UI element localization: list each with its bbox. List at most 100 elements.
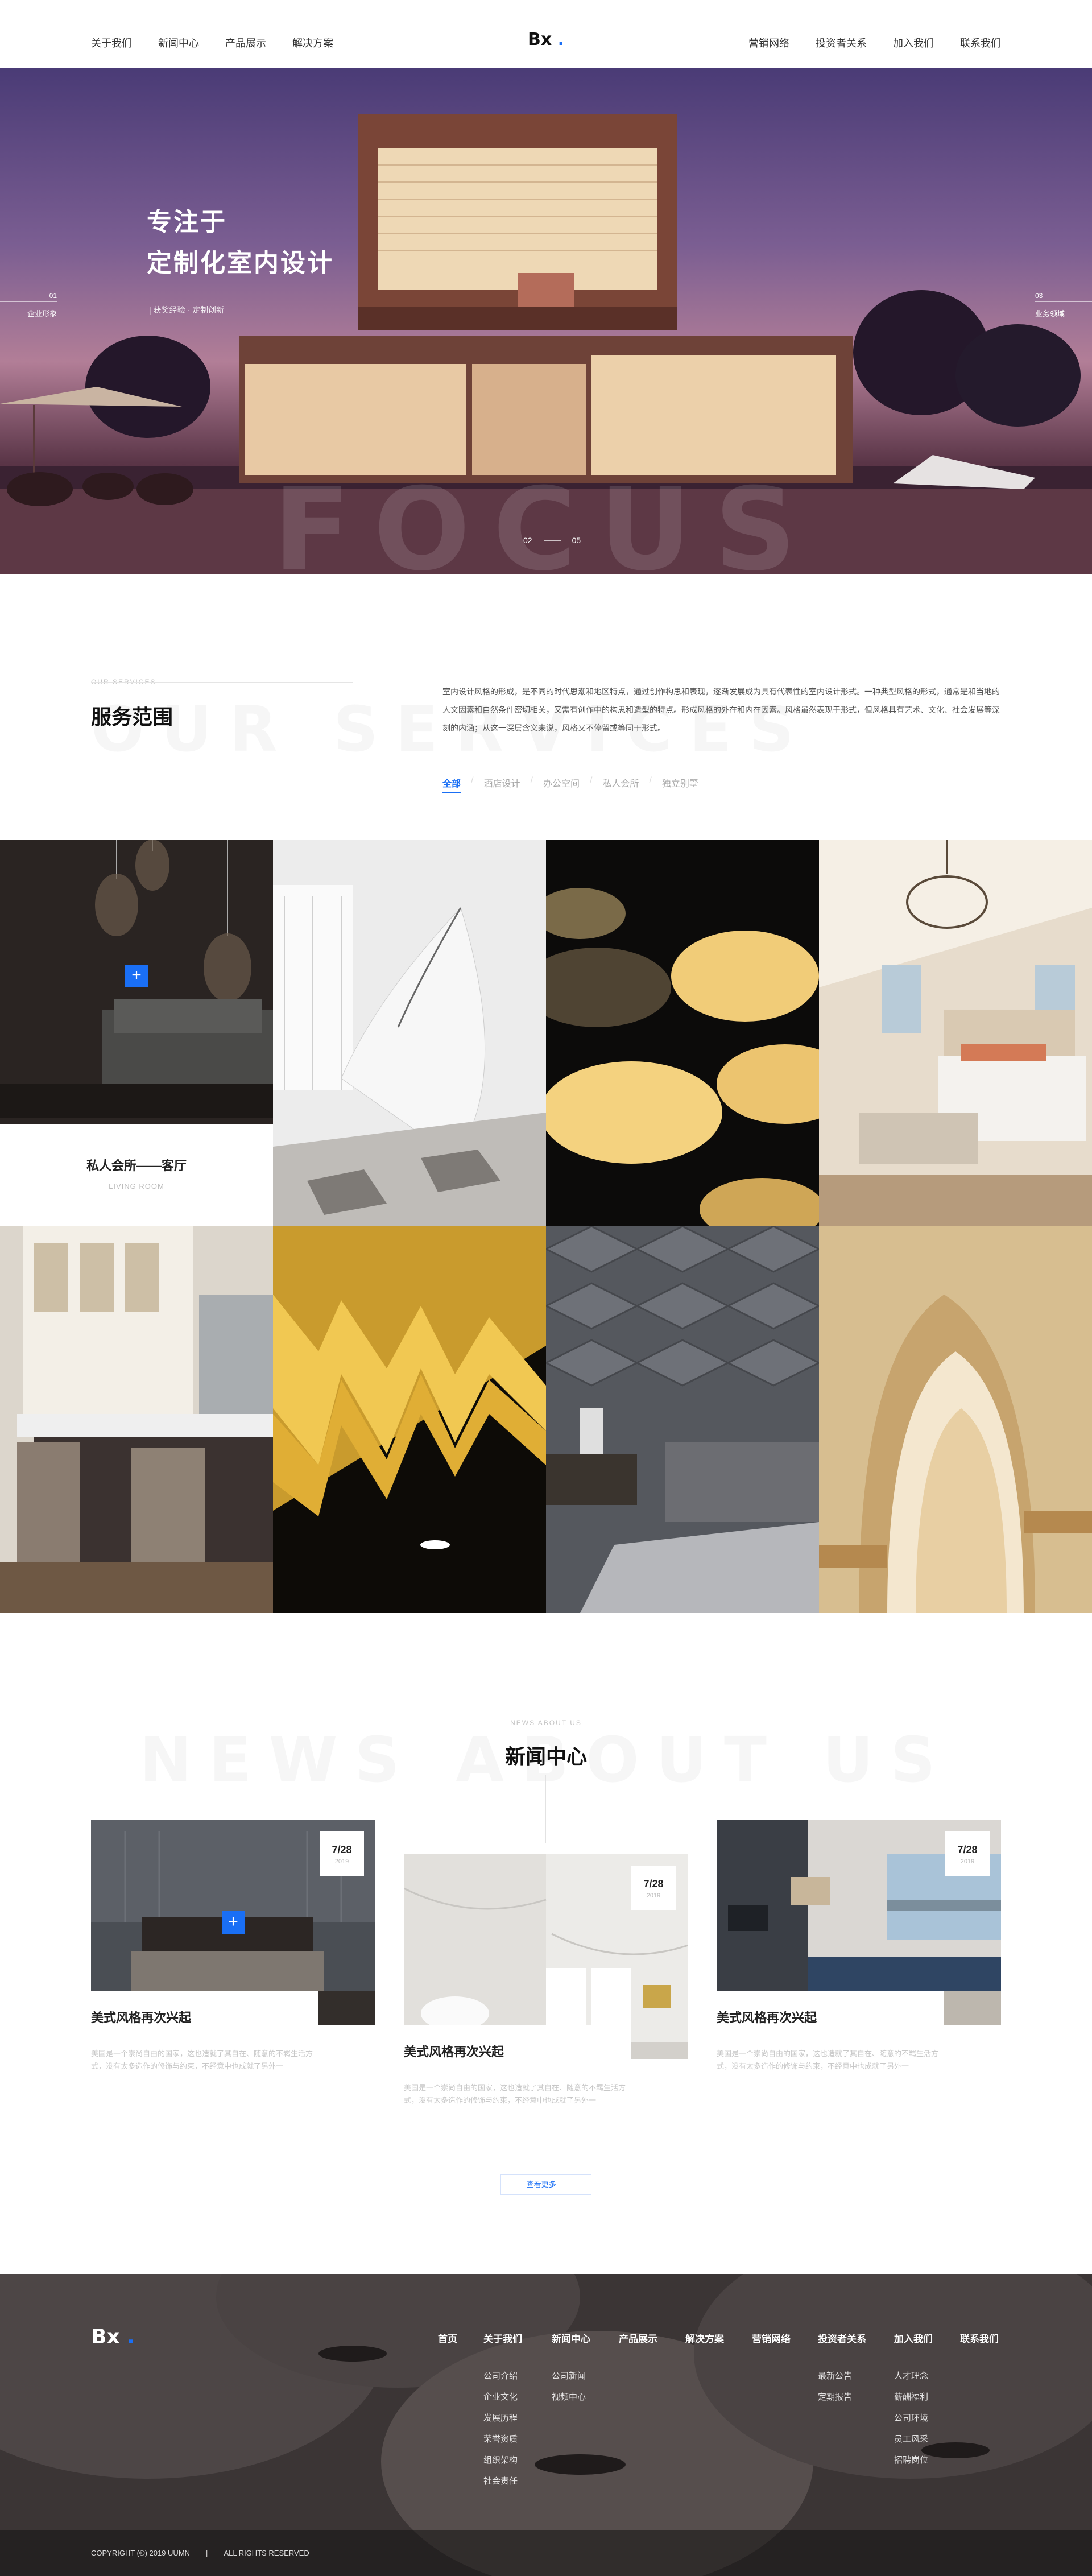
copyright-divider: | (206, 2549, 208, 2557)
footer-link[interactable]: 最新公告 (818, 2366, 866, 2387)
hero-banner: FOCUS 专注于 定制化室内设计 | 获奖经验 · 定制创新 01 企业形象 … (0, 68, 1092, 574)
pager-divider (543, 540, 561, 541)
hero-title: 专注于 定制化室内设计 (147, 202, 334, 284)
footer-link[interactable]: 定期报告 (818, 2387, 866, 2408)
bedroom-image (819, 840, 1092, 1226)
nav-item-investors[interactable]: 投资者关系 (816, 35, 867, 50)
hero-pager[interactable]: 02 05 (523, 536, 581, 545)
services-description: 室内设计风格的形成，是不同的时代思潮和地区特点，通过创作构思和表现，逐渐发展成为… (442, 687, 1000, 733)
hero-prev-label: 企业形象 (27, 309, 57, 318)
hero-next-link[interactable]: 03 业务领域 (1035, 292, 1092, 319)
footer-link[interactable]: 视频中心 (552, 2387, 590, 2408)
filter-tab-hotel[interactable]: 酒店设计 (483, 776, 520, 793)
portfolio-item-bedroom[interactable] (819, 840, 1092, 1226)
footer-link[interactable]: 薪酬福利 (894, 2387, 933, 2408)
footer-link[interactable]: 人才理念 (894, 2366, 933, 2387)
portfolio-item-kitchen[interactable] (0, 1226, 273, 1613)
hero-prev-number: 01 (49, 292, 57, 300)
news-date: 7/28 (643, 1878, 664, 1889)
footer-col-news: 新闻中心 公司新闻 视频中心 (552, 2331, 590, 2408)
footer-logo-text: Bx (91, 2325, 120, 2348)
nav-item-marketing[interactable]: 营销网络 (748, 35, 789, 50)
footer-link[interactable]: 发展历程 (483, 2408, 522, 2429)
footer-col-investors: 投资者关系 最新公告 定期报告 (818, 2331, 866, 2408)
staircase-image (273, 840, 546, 1226)
portfolio-item-lamps[interactable] (546, 840, 819, 1226)
portfolio-item-folded-lamp[interactable] (273, 1226, 546, 1613)
news-year: 2019 (960, 1858, 975, 1865)
news-card[interactable]: 7/28 2019 美式风格再次兴起 美国是一个崇尚自由的国家，这也造就了其自在… (717, 1820, 1001, 2082)
portfolio-item-lounge[interactable] (546, 1226, 819, 1613)
plus-icon[interactable]: + (125, 965, 148, 987)
footer-col-contact: 联系我们 (960, 2331, 999, 2366)
hero-title-line1: 专注于 (147, 208, 227, 236)
footer-col-heading[interactable]: 首页 (438, 2331, 457, 2345)
news-title: 新闻中心 (504, 1745, 587, 1768)
filter-tab-club[interactable]: 私人会所 (602, 776, 639, 793)
hero-watermark: FOCUS (273, 464, 819, 574)
featured-caption-subtitle: LIVING ROOM (109, 1182, 164, 1190)
copyright-bar: COPYRIGHT (©) 2019 UUMN | ALL RIGHTS RESER… (0, 2530, 1092, 2576)
filter-tab-villa[interactable]: 独立别墅 (662, 776, 698, 793)
footer-col-heading[interactable]: 加入我们 (894, 2331, 933, 2345)
view-more-button[interactable]: 查看更多 — (500, 2174, 592, 2195)
footer-col-heading[interactable]: 投资者关系 (818, 2331, 866, 2345)
filter-separator: / (471, 776, 474, 785)
nav-right: 营销网络 投资者关系 加入我们 联系我们 (748, 35, 1001, 50)
logo-text: Bx (527, 30, 552, 49)
news-card[interactable]: 7/28 2019 美式风格再次兴起 美国是一个崇尚自由的国家，这也造就了其自在… (404, 1854, 688, 2116)
hero-title-line2: 定制化室内设计 (147, 249, 334, 277)
footer-col-heading[interactable]: 联系我们 (960, 2331, 999, 2345)
news-card-excerpt: 美国是一个崇尚自由的国家，这也造就了其自在、随意的不羁生活方式，没有太多造作的修… (91, 2049, 313, 2070)
news-date-badge: 7/28 2019 (631, 1866, 676, 1910)
footer-col-heading[interactable]: 产品展示 (619, 2331, 657, 2345)
news-small-en: NEWS ABOUT US (510, 1719, 582, 1727)
portfolio-item-living-room[interactable]: + 私人会所——客厅 LIVING ROOM (0, 840, 273, 1226)
services-title: 服务范围 (91, 705, 173, 729)
footer-col-marketing: 营销网络 (752, 2331, 791, 2366)
arches-image (819, 1226, 1092, 1613)
news-card-title[interactable]: 美式风格再次兴起 (91, 1991, 318, 2036)
footer-link[interactable]: 公司新闻 (552, 2366, 590, 2387)
footer-logo-dot: . (127, 2325, 135, 2348)
filter-separator: / (530, 776, 533, 785)
footer-link[interactable]: 公司介绍 (483, 2366, 522, 2387)
pager-current: 02 (523, 536, 532, 545)
portfolio-item-arches[interactable] (819, 1226, 1092, 1613)
footer-col-heading[interactable]: 关于我们 (483, 2331, 522, 2345)
footer-col-heading[interactable]: 新闻中心 (552, 2331, 590, 2345)
hero-next-label: 业务领域 (1035, 309, 1065, 318)
copyright-text: COPYRIGHT (©) 2019 UUMN (91, 2549, 191, 2557)
footer-link[interactable]: 员工风采 (894, 2429, 933, 2450)
portfolio-item-staircase[interactable] (273, 840, 546, 1226)
footer-col-about: 关于我们 公司介绍 企业文化 发展历程 荣誉资质 组织架构 社会责任 (483, 2331, 522, 2492)
hero-subtitle: | 获奖经验 · 定制创新 (149, 305, 224, 315)
news-year: 2019 (646, 1892, 661, 1899)
kitchen-image (0, 1226, 273, 1613)
footer-link[interactable]: 招聘岗位 (894, 2450, 933, 2471)
nav-item-join[interactable]: 加入我们 (893, 35, 934, 50)
news-card-title[interactable]: 美式风格再次兴起 (404, 2025, 631, 2070)
filter-tab-all[interactable]: 全部 (442, 776, 461, 793)
news-card-title[interactable]: 美式风格再次兴起 (717, 1991, 944, 2036)
footer-col-heading[interactable]: 营销网络 (752, 2331, 791, 2345)
footer-link[interactable]: 社会责任 (483, 2471, 522, 2492)
footer-link[interactable]: 企业文化 (483, 2387, 522, 2408)
news-date-badge: 7/28 2019 (320, 1831, 364, 1876)
news-card-excerpt: 美国是一个崇尚自由的国家，这也造就了其自在、随意的不羁生活方式，没有太多造作的修… (404, 2083, 626, 2104)
hero-prev-link[interactable]: 01 企业形象 (0, 292, 57, 319)
footer-col-home: 首页 (438, 2331, 457, 2366)
plus-icon[interactable]: + (222, 1911, 245, 1934)
footer-col-heading[interactable]: 解决方案 (685, 2331, 724, 2345)
footer-logo[interactable]: Bx . (91, 2325, 135, 2348)
lounge-image (546, 1226, 819, 1613)
hero-next-number: 03 (1035, 292, 1043, 300)
nav-item-contact[interactable]: 联系我们 (960, 35, 1001, 50)
filter-tab-office[interactable]: 办公空间 (543, 776, 580, 793)
news-card[interactable]: 7/28 2019 + 美式风格再次兴起 美国是一个崇尚自由的国家，这也造就了其… (91, 1820, 375, 2082)
footer-col-solutions: 解决方案 (685, 2331, 724, 2366)
footer-link[interactable]: 公司环境 (894, 2408, 933, 2429)
site-footer: Bx . 首页 关于我们 公司介绍 企业文化 发展历程 荣誉资质 组织架构 社会… (0, 2274, 1092, 2576)
footer-link[interactable]: 组织架构 (483, 2450, 522, 2471)
footer-link[interactable]: 荣誉资质 (483, 2429, 522, 2450)
